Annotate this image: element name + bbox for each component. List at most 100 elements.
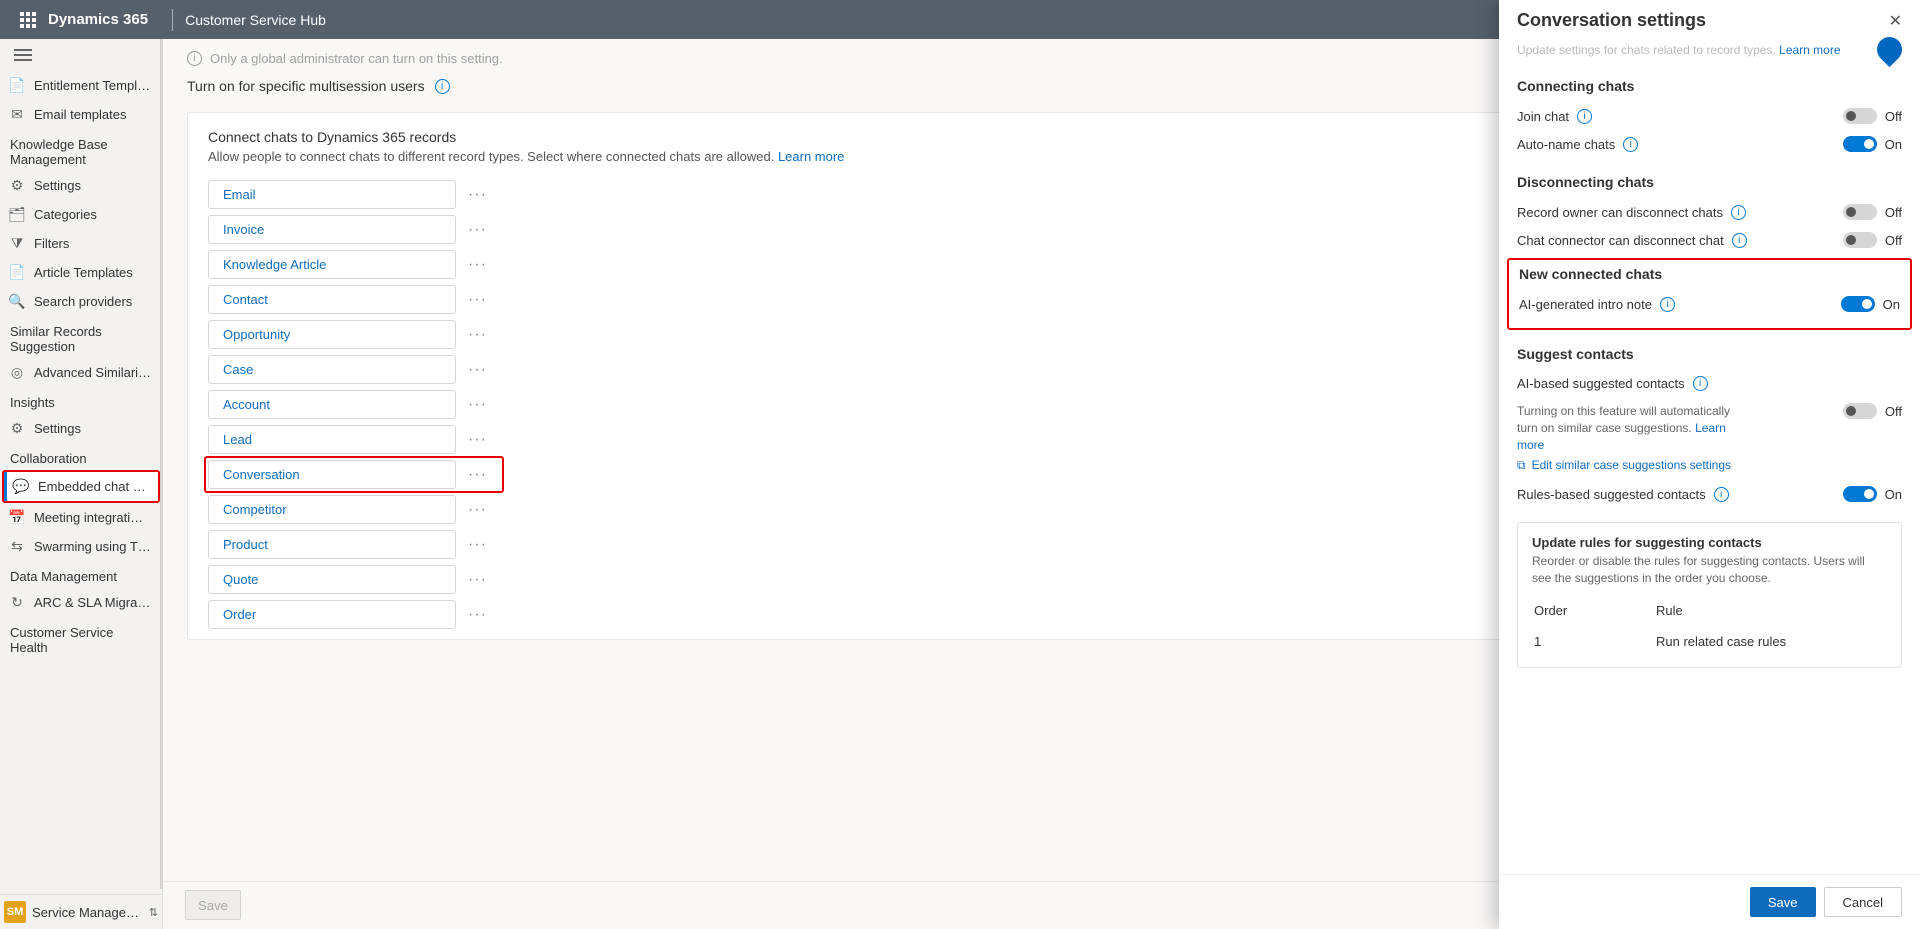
learn-more-link[interactable]: Learn more (778, 149, 844, 164)
rules-suggested-toggle[interactable] (1843, 486, 1877, 502)
sidebar-toggle[interactable] (0, 39, 162, 71)
more-icon[interactable]: ··· (468, 536, 487, 554)
ai-suggested-contacts-row: AI-based suggested contacts i (1517, 370, 1902, 397)
drop-icon (1872, 37, 1907, 67)
record-label: Quote (223, 572, 258, 587)
more-icon[interactable]: ··· (468, 256, 487, 274)
nav-group-title: Customer Service Health (0, 617, 162, 659)
rules-card-desc: Reorder or disable the rules for suggest… (1532, 553, 1887, 587)
nav-icon: ✉ (8, 106, 26, 123)
info-icon[interactable]: i (1732, 233, 1747, 248)
info-icon[interactable]: i (1623, 137, 1638, 152)
panel-save-button[interactable]: Save (1750, 887, 1816, 917)
info-icon[interactable]: i (1693, 376, 1708, 391)
nav-group-title: Knowledge Base Management (0, 129, 162, 171)
learn-more-link[interactable]: Learn more (1779, 43, 1840, 57)
ai-hint-row: Turning on this feature will automatical… (1517, 397, 1902, 480)
record-pill[interactable]: Contact (208, 285, 456, 314)
record-pill[interactable]: Product (208, 530, 456, 559)
rule-order: 1 (1534, 630, 1654, 653)
toggle-state: Off (1885, 233, 1902, 248)
record-label: Conversation (223, 467, 300, 482)
info-icon[interactable]: i (1731, 205, 1746, 220)
setting-row: AI-generated intro notei On (1519, 290, 1900, 318)
conversation-settings-panel: Conversation settings ✕ Update settings … (1499, 0, 1920, 929)
toggle-switch[interactable] (1843, 204, 1877, 220)
info-icon[interactable]: i (1577, 109, 1592, 124)
sidebar-item[interactable]: 🗂Categories (0, 200, 162, 229)
area-badge: SM (4, 901, 26, 923)
record-pill[interactable]: Competitor (208, 495, 456, 524)
record-label: Opportunity (223, 327, 290, 342)
sidebar-item[interactable]: ⚙Settings (0, 171, 162, 200)
more-icon[interactable]: ··· (468, 396, 487, 414)
more-icon[interactable]: ··· (468, 606, 487, 624)
nav-label: Article Templates (34, 265, 133, 280)
setting-label: Auto-name chats (1517, 137, 1615, 152)
sidebar-item[interactable]: ◎Advanced Similari… (0, 358, 162, 387)
area-switcher[interactable]: SM Service Managem… ⇅ (0, 894, 162, 929)
sidebar-item[interactable]: 📄Entitlement Templ… (0, 71, 162, 100)
sidebar-item[interactable]: 💬Embedded chat u… (4, 472, 158, 501)
more-icon[interactable]: ··· (468, 186, 487, 204)
toggle-switch[interactable] (1843, 136, 1877, 152)
rules-suggested-label: Rules-based suggested contacts (1517, 487, 1706, 502)
section-connecting-chats: Connecting chats (1517, 78, 1902, 94)
more-icon[interactable]: ··· (468, 431, 487, 449)
sidebar-item[interactable]: ⚙Settings (0, 414, 162, 443)
more-icon[interactable]: ··· (468, 501, 487, 519)
panel-footer: Save Cancel (1499, 874, 1920, 929)
record-pill[interactable]: Email (208, 180, 456, 209)
record-pill[interactable]: Case (208, 355, 456, 384)
toggle-state: On (1883, 297, 1900, 312)
record-label: Email (223, 187, 256, 202)
sidebar-item[interactable]: 🔍Search providers (0, 287, 162, 316)
record-pill[interactable]: Quote (208, 565, 456, 594)
info-icon[interactable]: i (1714, 487, 1729, 502)
more-icon[interactable]: ··· (468, 326, 487, 344)
toggle-switch[interactable] (1843, 108, 1877, 124)
more-icon[interactable]: ··· (468, 291, 487, 309)
info-icon[interactable]: i (435, 79, 450, 94)
more-icon[interactable]: ··· (468, 571, 487, 589)
sidebar-item[interactable]: ✉Email templates (0, 100, 162, 129)
edit-suggestions-link[interactable]: ⧉ Edit similar case suggestions settings (1517, 457, 1731, 474)
chevrons-icon: ⇅ (149, 906, 158, 919)
record-pill[interactable]: Lead (208, 425, 456, 454)
more-icon[interactable]: ··· (468, 361, 487, 379)
ai-suggested-toggle[interactable] (1843, 403, 1877, 419)
toggle-switch[interactable] (1843, 232, 1877, 248)
setting-label: Chat connector can disconnect chat (1517, 233, 1724, 248)
toggle-switch[interactable] (1841, 296, 1875, 312)
more-icon[interactable]: ··· (468, 466, 487, 484)
record-pill[interactable]: Knowledge Article (208, 250, 456, 279)
record-pill[interactable]: Account (208, 390, 456, 419)
panel-cancel-button[interactable]: Cancel (1824, 887, 1902, 917)
info-icon[interactable]: i (1660, 297, 1675, 312)
panel-title: Conversation settings (1517, 10, 1706, 31)
record-pill[interactable]: Invoice (208, 215, 456, 244)
setting-row: Chat connector can disconnect chat i Off (1517, 226, 1902, 254)
record-pill[interactable]: Opportunity (208, 320, 456, 349)
sidebar-item[interactable]: ↻ARC & SLA Migra… (0, 588, 162, 617)
setting-row: Auto-name chatsi On (1517, 130, 1902, 158)
sidebar-item[interactable]: ⇆Swarming using T… (0, 532, 162, 561)
record-pill[interactable]: Conversation (208, 460, 456, 489)
nav-label: Embedded chat u… (38, 479, 150, 494)
ai-suggested-label: AI-based suggested contacts (1517, 376, 1685, 391)
more-icon[interactable]: ··· (468, 221, 487, 239)
rules-card: Update rules for suggesting contacts Reo… (1517, 522, 1902, 668)
app-launcher-icon[interactable] (18, 10, 38, 30)
rule-row[interactable]: 1Run related case rules (1534, 630, 1885, 653)
app-name: Customer Service Hub (185, 12, 326, 28)
nav-label: Search providers (34, 294, 132, 309)
sidebar-item[interactable]: ⧩Filters (0, 229, 162, 258)
record-pill[interactable]: Order (208, 600, 456, 629)
setting-label: Record owner can disconnect chats (1517, 205, 1723, 220)
info-icon: i (187, 51, 202, 66)
toggle-state: Off (1885, 109, 1902, 124)
open-link-icon: ⧉ (1517, 457, 1526, 474)
close-icon[interactable]: ✕ (1889, 11, 1902, 31)
sidebar-item[interactable]: 📅Meeting integrati… (0, 503, 162, 532)
sidebar-item[interactable]: 📄Article Templates (0, 258, 162, 287)
